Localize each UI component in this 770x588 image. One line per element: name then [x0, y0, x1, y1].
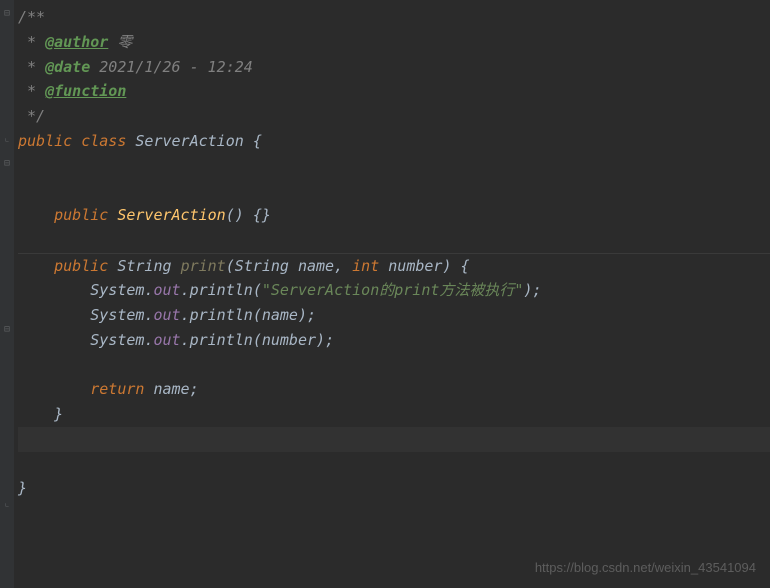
javadoc-date-tag: @date	[45, 58, 90, 76]
paren-close: )	[298, 306, 307, 324]
comment-star: *	[18, 82, 45, 100]
method-println: println	[190, 306, 253, 324]
field-out: out	[153, 331, 180, 349]
empty-braces: {}	[253, 206, 271, 224]
javadoc-function-tag: @function	[45, 82, 126, 100]
fold-marker-icon[interactable]: ⊟	[2, 325, 12, 335]
param-name: name	[298, 257, 334, 275]
string-literal: "ServerAction的print方法被执行"	[262, 281, 524, 299]
arg-number: number	[262, 331, 316, 349]
paren-open: (	[253, 331, 262, 349]
paren-open: (	[253, 281, 262, 299]
param-number: number	[388, 257, 442, 275]
current-line[interactable]	[18, 427, 770, 452]
gutter: ⊟ ⌞ ⊟ ⊟ ⌞	[0, 0, 14, 588]
javadoc-author-val: 零	[108, 33, 132, 51]
brace-open: {	[461, 257, 470, 275]
paren-open: (	[253, 306, 262, 324]
comment-star: *	[18, 33, 45, 51]
dot: .	[181, 281, 190, 299]
comma: ,	[334, 257, 352, 275]
type-string: String	[117, 257, 171, 275]
return-val: name	[153, 380, 189, 398]
fold-marker-icon[interactable]: ⊟	[2, 159, 12, 169]
kw-public: public	[54, 257, 108, 275]
comment-open: /**	[18, 8, 45, 26]
comment-star: *	[18, 58, 45, 76]
cls-system: System	[90, 331, 144, 349]
kw-class: class	[81, 132, 126, 150]
arg-name: name	[262, 306, 298, 324]
constructor-name: ServerAction	[117, 206, 225, 224]
kw-return: return	[90, 380, 144, 398]
kw-public: public	[18, 132, 72, 150]
dot: .	[181, 306, 190, 324]
kw-public: public	[54, 206, 108, 224]
paren-close: )	[316, 331, 325, 349]
method-print: print	[181, 257, 226, 275]
paren-close: )	[442, 257, 451, 275]
watermark-text: https://blog.csdn.net/weixin_43541094	[535, 557, 756, 578]
cls-system: System	[90, 281, 144, 299]
brace-open: {	[253, 132, 262, 150]
method-println: println	[190, 331, 253, 349]
javadoc-author-tag: @author	[45, 33, 108, 51]
semi: ;	[532, 281, 541, 299]
comment-close: */	[18, 107, 45, 125]
kw-int: int	[352, 257, 379, 275]
code-editor[interactable]: /** * @author 零 * @date 2021/1/26 - 12:2…	[14, 0, 770, 501]
javadoc-date-val: 2021/1/26 - 12:24	[90, 58, 253, 76]
brace-close: }	[54, 405, 63, 423]
cls-system: System	[90, 306, 144, 324]
field-out: out	[153, 281, 180, 299]
fold-marker-icon[interactable]: ⊟	[2, 9, 12, 19]
type-string: String	[235, 257, 289, 275]
method-println: println	[190, 281, 253, 299]
paren-close: )	[235, 206, 244, 224]
paren-open: (	[226, 206, 235, 224]
semi: ;	[307, 306, 316, 324]
semi: ;	[190, 380, 199, 398]
paren-open: (	[226, 257, 235, 275]
field-out: out	[153, 306, 180, 324]
semi: ;	[325, 331, 334, 349]
fold-marker-icon[interactable]: ⌞	[2, 134, 12, 144]
brace-close: }	[18, 479, 27, 497]
fold-marker-icon[interactable]: ⌞	[2, 499, 12, 509]
dot: .	[181, 331, 190, 349]
class-name: ServerAction	[135, 132, 243, 150]
